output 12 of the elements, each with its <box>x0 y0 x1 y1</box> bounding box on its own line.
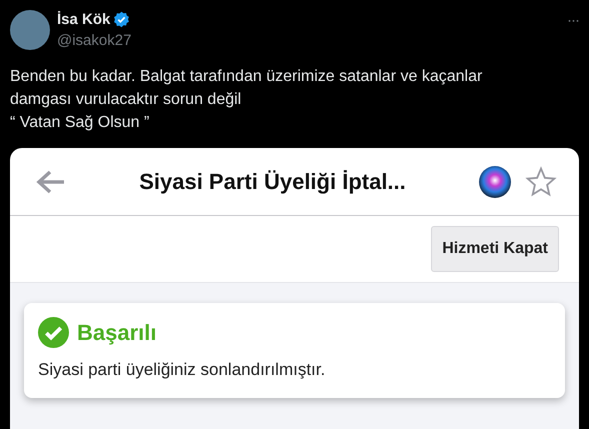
alert-message: Siyasi parti üyeliğiniz sonlandırılmıştır. <box>38 360 326 380</box>
author-name[interactable]: İsa Kök <box>57 11 110 28</box>
tweet-text: Benden bu kadar. Balgat tarafından üzerimize satanlar ve kaçanlar damgası vurulacaktır sorun değil “ Vatan Sağ Olsun ” <box>10 67 484 133</box>
close-service-button[interactable]: Hizmeti Kapat <box>431 226 559 272</box>
alert-title: Başarılı <box>77 320 156 346</box>
page-title: Siyasi Parti Üyeliği İptal... <box>138 168 407 194</box>
more-menu[interactable]: ··· <box>567 12 579 29</box>
avatar[interactable] <box>10 10 50 50</box>
user-handle: @isakok27 <box>57 32 132 49</box>
siri-orb-icon[interactable] <box>479 166 511 198</box>
back-arrow-icon[interactable] <box>36 168 66 194</box>
star-icon[interactable] <box>525 166 557 198</box>
